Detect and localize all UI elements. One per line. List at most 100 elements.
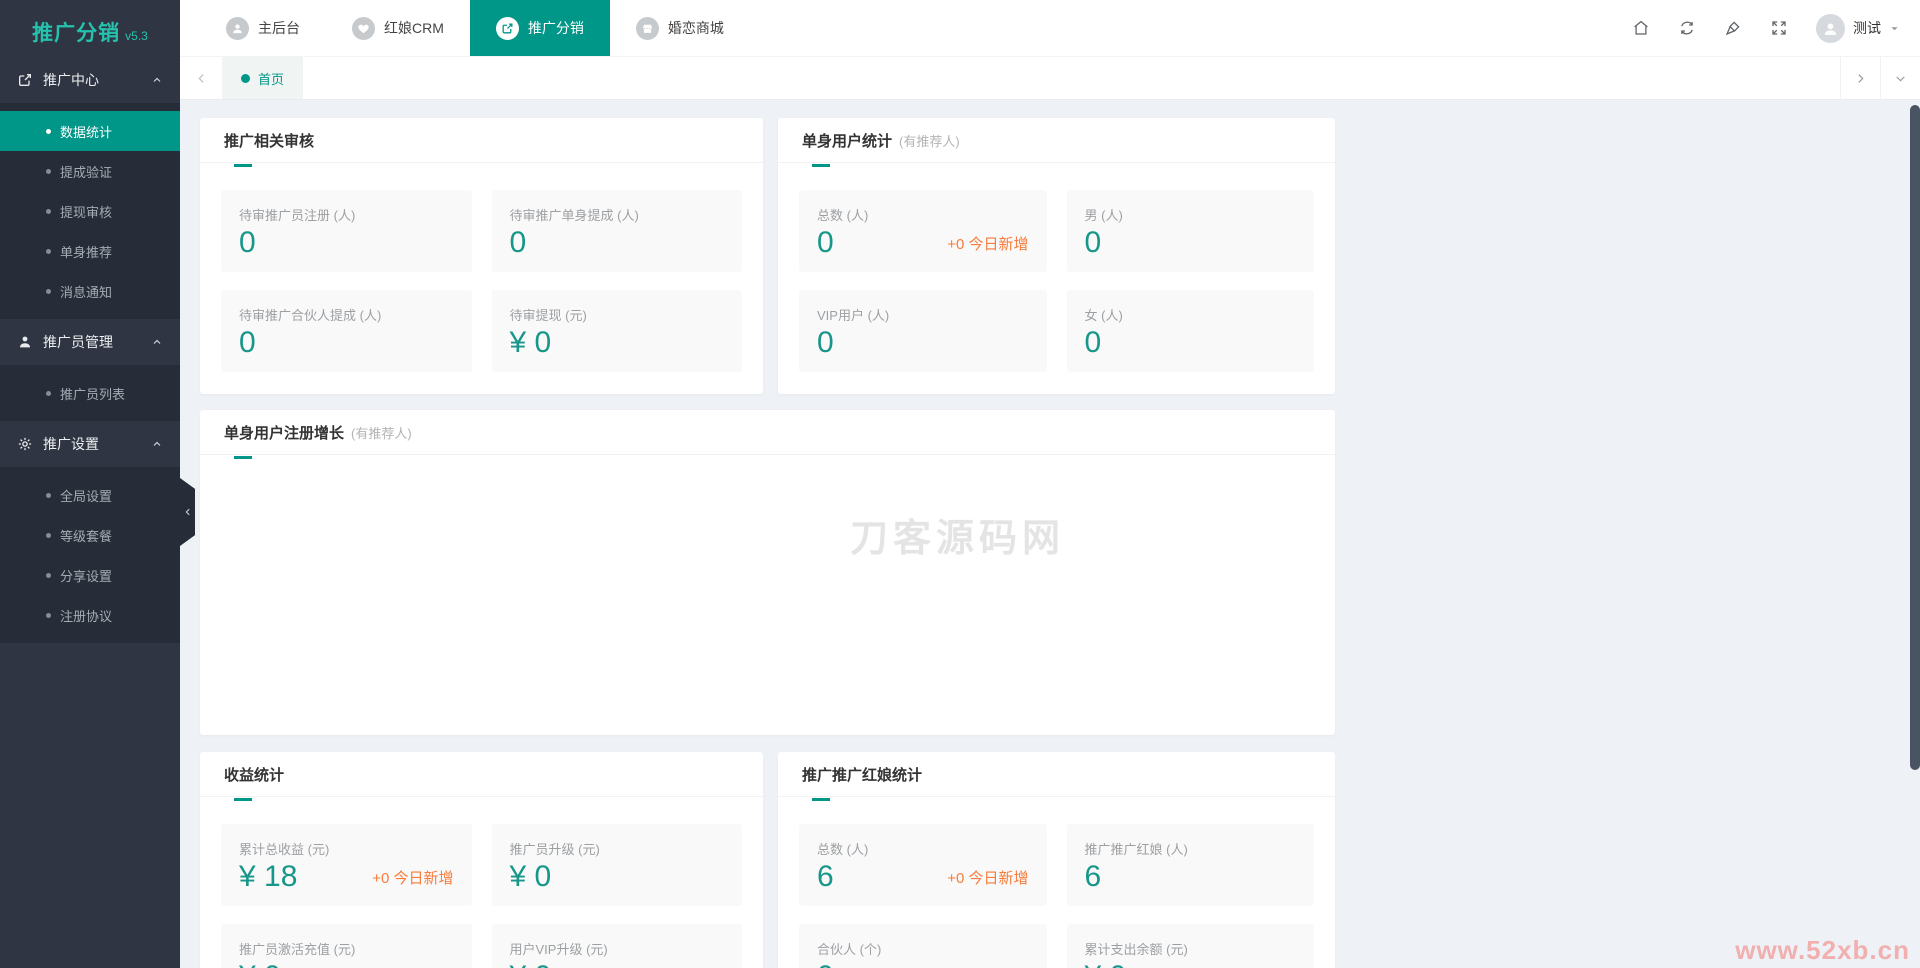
stat-value: 0 — [1084, 326, 1102, 359]
shop-icon — [635, 16, 659, 40]
nav-tab-matchmaker-crm[interactable]: 红娘CRM — [326, 0, 470, 56]
share-icon — [495, 16, 519, 40]
stat-total-users: 总数 (人) 0 +0 今日新增 — [799, 190, 1047, 272]
card-title: 单身用户注册增长 — [224, 424, 345, 442]
sidebar-item-single-recommend[interactable]: 单身推荐 — [0, 231, 180, 271]
sidebar-section-promoter-manage[interactable]: 推广员管理 — [0, 319, 180, 365]
card-promotion-audit: 推广相关审核 待审推广员注册 (人) 0 待审推广单身提成 (人) 0 待审推广… — [200, 118, 763, 394]
chart-area: 刀客源码网 — [200, 455, 1335, 733]
chart-watermark: 刀客源码网 — [850, 518, 1066, 560]
page-tab-label: 首页 — [258, 71, 285, 87]
stat-label: 待审提现 (元) — [509, 308, 587, 323]
card-title: 推广相关审核 — [224, 132, 315, 150]
sidebar-item-level-package[interactable]: 等级套餐 — [0, 515, 180, 555]
card-header: 推广相关审核 — [200, 118, 763, 163]
sidebar-item-label: 消息通知 — [60, 284, 113, 300]
card-accent-dash — [812, 798, 830, 801]
user-menu[interactable]: 测试 — [1816, 13, 1900, 43]
sidebar-item-label: 等级套餐 — [60, 528, 113, 544]
page-tab-home[interactable]: 首页 — [222, 57, 304, 99]
sidebar-collapse-handle[interactable] — [180, 478, 195, 546]
sidebar-item-message-notice[interactable]: 消息通知 — [0, 271, 180, 311]
stat-value: 0 — [817, 960, 834, 968]
chevron-down-icon — [1894, 72, 1907, 85]
nav-tab-marriage-mall[interactable]: 婚恋商城 — [610, 0, 750, 56]
tabs-menu-button[interactable] — [1880, 57, 1920, 99]
card-body: 待审推广员注册 (人) 0 待审推广单身提成 (人) 0 待审推广合伙人提成 (… — [200, 163, 763, 372]
dot-icon — [46, 208, 51, 214]
chevron-up-icon — [151, 74, 163, 86]
stat-value: ¥ 0 — [1085, 960, 1127, 968]
stat-value: ¥ 0 — [509, 326, 552, 359]
sidebar-item-register-agreement[interactable]: 注册协议 — [0, 595, 180, 635]
scrollbar-thumb[interactable] — [1910, 105, 1920, 770]
nav-tab-promotion-distribution[interactable]: 推广分销 — [469, 0, 610, 56]
stat-pending-promoter-register: 待审推广员注册 (人) 0 — [221, 190, 472, 272]
card-subtitle: (有推荐人) — [351, 425, 412, 441]
sidebar-item-withdraw-audit[interactable]: 提现审核 — [0, 191, 180, 231]
card-body: 累计总收益 (元) ¥ 18 +0 今日新增 推广员升级 (元) ¥ 0 推广员… — [200, 797, 763, 968]
chevron-left-icon — [183, 507, 193, 517]
card-title: 收益统计 — [224, 766, 285, 784]
topbar-tools: 测试 — [1632, 0, 1920, 56]
stat-label: VIP用户 (人) — [817, 308, 890, 323]
heart-icon — [352, 16, 375, 40]
card-subtitle: (有推荐人) — [899, 133, 960, 149]
stat-label: 累计总收益 (元) — [239, 842, 330, 857]
sidebar-item-label: 提现审核 — [60, 204, 113, 220]
card-title: 推广推广红娘统计 — [802, 766, 923, 784]
stat-partners: 合伙人 (个) 0 — [799, 924, 1047, 968]
stat-value: ¥ 0 — [239, 960, 281, 968]
nav-tab-main-admin[interactable]: 主后台 — [200, 0, 326, 56]
card-title: 单身用户统计 — [802, 132, 893, 150]
card-body: 总数 (人) 6 +0 今日新增 推广推广红娘 (人) 6 合伙人 (个) 0 … — [778, 797, 1335, 968]
stat-value: ¥ 0 — [509, 860, 552, 893]
stat-female-users: 女 (人) 0 — [1066, 290, 1314, 372]
stat-label: 待审推广员注册 (人) — [239, 208, 356, 223]
sidebar-item-label: 单身推荐 — [60, 244, 113, 260]
sidebar-item-global-settings[interactable]: 全局设置 — [0, 475, 180, 515]
tabs-scroll-right-button[interactable] — [1840, 57, 1880, 99]
dot-icon — [46, 572, 51, 578]
share-icon — [17, 72, 33, 88]
sidebar-submenu: 数据统计 提成验证 提现审核 单身推荐 消息通知 — [0, 103, 180, 319]
card-header: 单身用户统计 (有推荐人) — [778, 118, 1335, 163]
sidebar-section-promotion-center[interactable]: 推广中心 — [0, 57, 180, 103]
topbar: 主后台 红娘CRM 推广分销 婚恋商城 测试 — [180, 0, 1920, 57]
stat-value: 0 — [1084, 226, 1102, 259]
user-icon — [17, 334, 33, 350]
stat-value: ¥ 18 — [239, 860, 298, 893]
sidebar-section-promotion-settings[interactable]: 推广设置 — [0, 421, 180, 467]
stat-value: 0 — [817, 326, 834, 359]
clear-cache-icon[interactable] — [1724, 19, 1742, 37]
refresh-icon[interactable] — [1678, 19, 1696, 37]
stat-male-users: 男 (人) 0 — [1066, 190, 1314, 272]
sidebar: 推广分销 v5.3 推广中心 数据统计 提成验证 提现审核 单身推荐 消息通知 … — [0, 0, 180, 968]
stat-user-vip-upgrade: 用户VIP升级 (元) ¥ 0 — [491, 924, 742, 968]
fullscreen-icon[interactable] — [1770, 19, 1788, 37]
sidebar-item-data-stats[interactable]: 数据统计 — [0, 111, 180, 151]
card-revenue-stats: 收益统计 累计总收益 (元) ¥ 18 +0 今日新增 推广员升级 (元) ¥ … — [200, 752, 763, 968]
sidebar-item-label: 注册协议 — [60, 608, 113, 624]
stat-label: 用户VIP升级 (元) — [509, 942, 608, 957]
sidebar-item-commission-verify[interactable]: 提成验证 — [0, 151, 180, 191]
stat-label: 待审推广单身提成 (人) — [509, 208, 639, 223]
stat-value: 6 — [817, 860, 834, 893]
sidebar-item-share-settings[interactable]: 分享设置 — [0, 555, 180, 595]
dot-icon — [46, 128, 51, 134]
stat-matchmaker-total: 总数 (人) 6 +0 今日新增 — [799, 824, 1047, 906]
person-icon — [226, 16, 249, 40]
stat-pending-partner-commission: 待审推广合伙人提成 (人) 0 — [221, 290, 472, 372]
scrollbar-track[interactable] — [1910, 100, 1920, 968]
dot-icon — [241, 73, 250, 83]
tabs-scroll-left-button[interactable] — [180, 57, 222, 99]
gear-icon — [17, 436, 33, 452]
sidebar-item-label: 推广员列表 — [60, 386, 126, 402]
home-icon[interactable] — [1632, 19, 1650, 37]
stat-value: 0 — [817, 226, 834, 259]
sidebar-section-label: 推广员管理 — [43, 334, 113, 350]
stat-label: 女 (人) — [1084, 308, 1123, 323]
stat-today-new: +0 今日新增 — [947, 869, 1029, 887]
dot-icon — [46, 532, 51, 538]
sidebar-item-promoter-list[interactable]: 推广员列表 — [0, 373, 180, 413]
